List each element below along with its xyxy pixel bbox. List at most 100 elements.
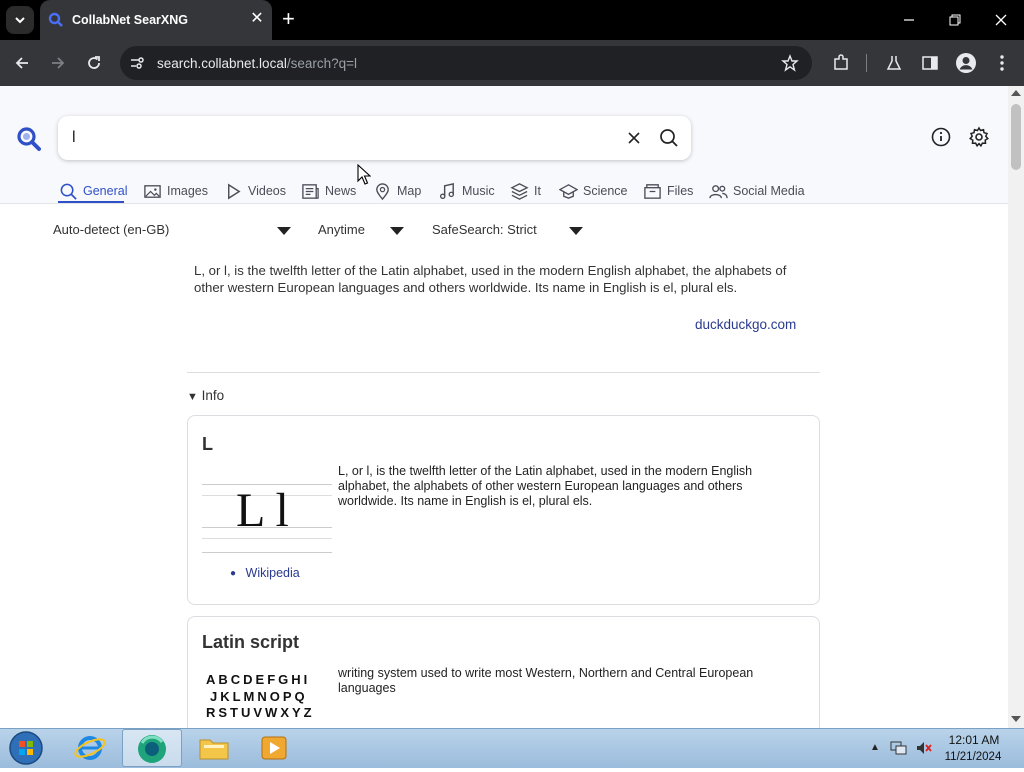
clock-time[interactable]: 12:01 AM	[944, 733, 1004, 747]
arrow-right-icon	[52, 57, 65, 69]
safesearch-select[interactable]: SafeSearch: Strict	[432, 222, 537, 237]
alphabet-line: JKLMNOPQ	[210, 688, 308, 704]
chrome-taskbar-button[interactable]	[122, 729, 182, 767]
search-input[interactable]	[72, 128, 592, 148]
profile-avatar-icon[interactable]	[953, 50, 979, 76]
extensions-icon[interactable]	[828, 50, 854, 76]
triangle-down-icon: ▼	[187, 391, 198, 403]
tab-map[interactable]: Map	[373, 180, 421, 202]
reload-button[interactable]	[81, 50, 107, 76]
media-player-icon	[261, 736, 287, 760]
infobox-image: L l	[202, 481, 332, 553]
about-info-icon[interactable]	[930, 126, 952, 148]
tab-label: Videos	[248, 184, 286, 198]
infobox-links: ● Wikipedia	[230, 566, 300, 580]
layers-icon	[510, 182, 529, 200]
latin-alphabet-image: ABCDEFGHI JKLMNOPQ RSTUVWXYZ	[206, 672, 315, 722]
tab-images[interactable]: Images	[143, 180, 208, 202]
tab-general[interactable]: General	[59, 180, 127, 202]
divider	[187, 372, 820, 373]
wikipedia-link[interactable]: Wikipedia	[246, 566, 300, 580]
info-toggle[interactable]: ▼ Info	[187, 388, 224, 403]
answer-abstract: L, or l, is the twelfth letter of the La…	[194, 263, 787, 295]
back-button[interactable]	[9, 50, 35, 76]
file-explorer-taskbar-button[interactable]	[196, 731, 232, 765]
scroll-down-icon[interactable]	[1011, 716, 1021, 722]
show-hidden-icons[interactable]: ▲	[870, 742, 880, 753]
letter-glyph: L l	[236, 484, 289, 537]
forward-button[interactable]	[45, 50, 71, 76]
language-select[interactable]: Auto-detect (en-GB)	[53, 222, 169, 237]
minimize-icon	[904, 19, 914, 21]
side-panel-icon[interactable]	[917, 50, 943, 76]
searxng-logo-icon[interactable]	[16, 126, 42, 152]
browser-menu-icon[interactable]	[989, 50, 1015, 76]
tab-music[interactable]: Music	[438, 180, 495, 202]
volume-muted-icon[interactable]	[915, 740, 933, 756]
time-dropdown-icon[interactable]	[390, 227, 404, 235]
internet-explorer-icon	[74, 736, 106, 760]
tab-label: It	[534, 184, 541, 198]
tab-label: Map	[397, 184, 422, 198]
infobox-text: L, or l, is the twelfth letter of the La…	[338, 464, 753, 508]
preferences-gear-icon[interactable]	[968, 126, 990, 148]
tab-label: Social Media	[733, 184, 805, 198]
tab-files[interactable]: Files	[643, 180, 693, 202]
scroll-up-icon[interactable]	[1011, 90, 1021, 96]
active-tab-indicator	[58, 201, 124, 203]
tab-videos[interactable]: Videos	[224, 180, 286, 202]
internet-explorer-taskbar-button[interactable]	[72, 731, 108, 765]
media-player-taskbar-button[interactable]	[256, 731, 292, 765]
clock-date[interactable]: 11/21/2024	[940, 751, 1006, 763]
music-note-icon	[439, 182, 455, 199]
close-window-button[interactable]	[986, 8, 1016, 32]
reload-icon	[88, 56, 100, 69]
toolbar-divider	[866, 54, 867, 72]
language-dropdown-icon[interactable]	[277, 227, 291, 235]
tab-label: Science	[583, 184, 628, 198]
infobox-title: L	[202, 434, 213, 454]
time-range-select[interactable]: Anytime	[318, 222, 365, 237]
infobox-text: writing system used to write most Wester…	[338, 666, 754, 695]
archive-box-icon	[644, 183, 661, 199]
tab-close-icon[interactable]: ✕	[248, 10, 266, 28]
abstract-source-link[interactable]: duckduckgo.com	[695, 317, 796, 332]
tab-science[interactable]: Science	[559, 180, 627, 202]
minimize-button[interactable]	[894, 8, 924, 32]
network-icon[interactable]	[890, 740, 908, 756]
graduation-cap-icon	[559, 183, 578, 199]
page-scrollbar[interactable]	[1008, 86, 1024, 728]
mouse-cursor-icon	[357, 164, 371, 185]
tab-it[interactable]: It	[510, 180, 541, 202]
safesearch-dropdown-icon[interactable]	[569, 227, 583, 235]
new-tab-button[interactable]: +	[282, 8, 295, 30]
restore-icon	[949, 14, 961, 26]
scrollbar-thumb[interactable]	[1011, 104, 1021, 170]
tab-label: Files	[667, 184, 694, 198]
site-info-icon[interactable]	[128, 54, 146, 72]
play-icon	[228, 183, 241, 199]
alphabet-line: RSTUVWXYZ	[206, 705, 315, 720]
search-box	[58, 116, 691, 160]
image-icon	[144, 184, 161, 198]
restore-button[interactable]	[940, 8, 970, 32]
search-icon	[60, 183, 77, 200]
tab-social-media[interactable]: Social Media	[709, 180, 805, 202]
tab-news[interactable]: News	[301, 180, 356, 202]
tab-label: Images	[167, 184, 208, 198]
close-icon	[995, 14, 1007, 26]
people-icon	[709, 184, 728, 198]
search-submit-icon[interactable]	[658, 127, 680, 149]
chevron-down-icon	[15, 17, 25, 24]
tab-label: News	[325, 184, 357, 198]
bookmark-star-icon[interactable]	[777, 50, 803, 76]
labs-flask-icon[interactable]	[881, 50, 907, 76]
clear-search-icon[interactable]	[624, 128, 644, 148]
windows-orb-icon	[9, 731, 43, 765]
start-button[interactable]	[6, 729, 46, 767]
info-label: Info	[201, 388, 225, 403]
infobox-title: Latin script	[202, 632, 300, 652]
tab-search-button[interactable]	[6, 6, 34, 34]
url-text: search.collabnet.local/search?q=l	[157, 56, 357, 71]
alphabet-line: ABCDEFGHI	[206, 672, 311, 687]
